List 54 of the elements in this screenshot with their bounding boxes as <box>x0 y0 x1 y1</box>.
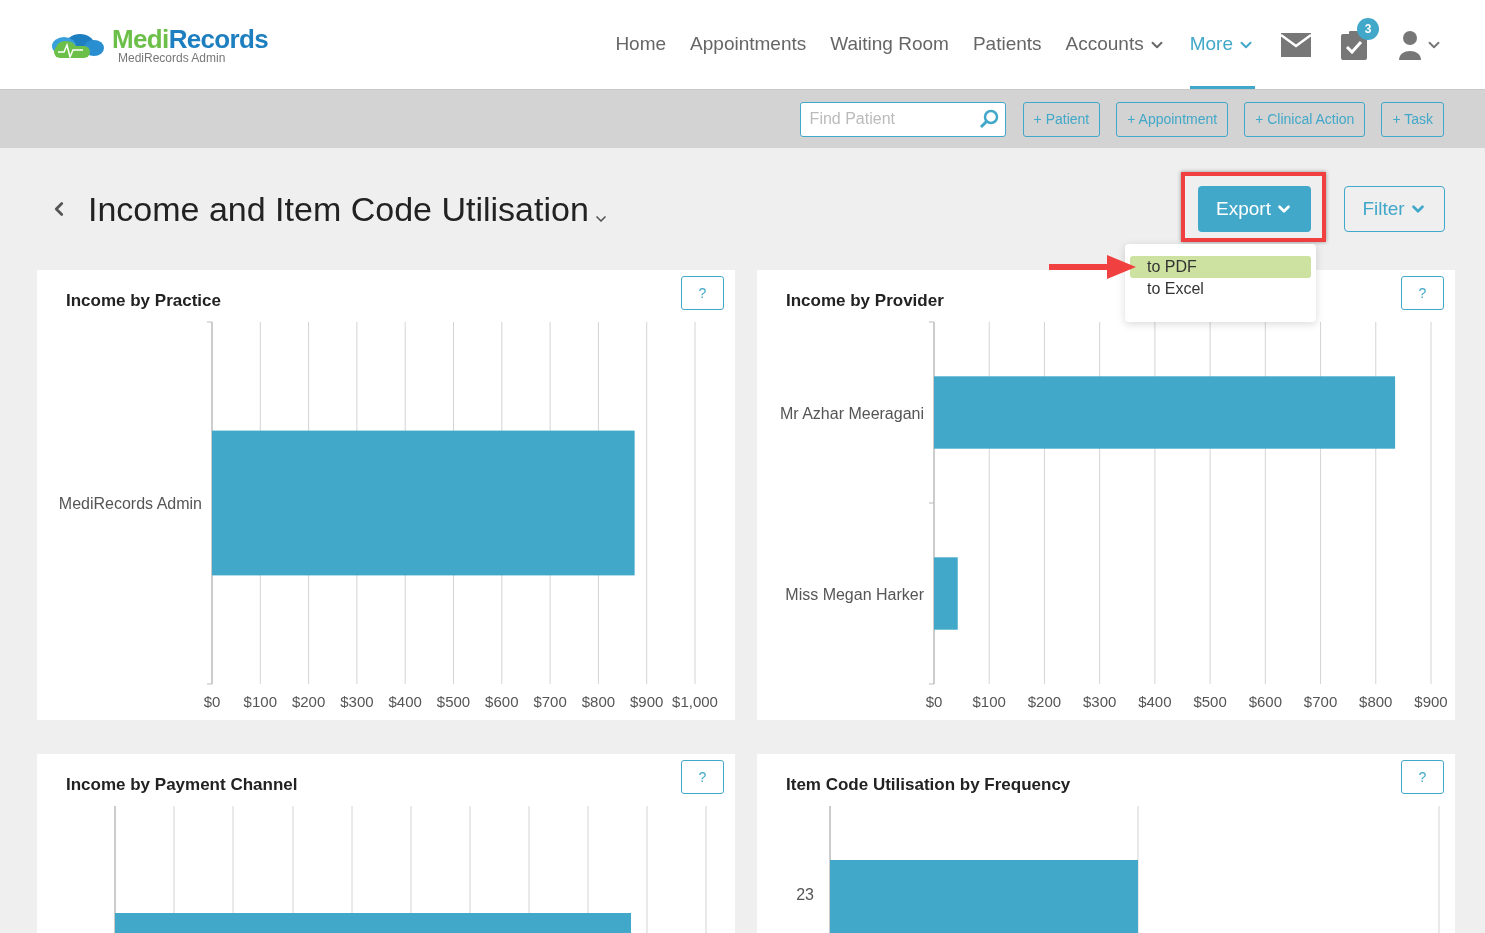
axis-label: $200 <box>1027 693 1062 710</box>
filter-button[interactable]: Filter <box>1344 186 1445 232</box>
axis-label: $800 <box>1359 693 1393 710</box>
help-button[interactable]: ? <box>681 760 724 794</box>
axis-label: $900 <box>630 693 664 710</box>
axis-label: $800 <box>581 693 616 710</box>
category-label: Mr Azhar Meeragani <box>779 404 924 422</box>
nav-link[interactable]: Waiting Room <box>830 0 949 89</box>
axis-label: $0 <box>925 693 943 710</box>
notification-badge: 3 <box>1357 17 1379 40</box>
export-button[interactable]: Export <box>1198 186 1311 232</box>
menu-item[interactable]: to Excel <box>1130 278 1311 300</box>
category-label: MediRecords Admin <box>58 495 202 512</box>
nav-link[interactable]: Home <box>615 0 667 89</box>
nav-link[interactable]: Appointments <box>690 0 807 89</box>
axis-label: $500 <box>436 693 471 710</box>
axis-label: $400 <box>388 693 422 710</box>
toolbar-button[interactable]: + Clinical Action <box>1244 101 1366 137</box>
axis-label: $100 <box>972 693 1006 710</box>
page-title: Income and Item Code Utilisation <box>88 188 589 230</box>
axis-label: $500 <box>1193 693 1227 710</box>
nav-link[interactable]: Patients <box>972 0 1042 89</box>
axis-label: $0 <box>203 693 221 710</box>
card-title: Item Code Utilisation by Frequency <box>786 774 1071 796</box>
category-label: Miss Megan Harker <box>785 585 924 603</box>
axis-label: $600 <box>1248 693 1282 710</box>
toolbar-button[interactable]: + Patient <box>1022 101 1101 137</box>
axis-label: $300 <box>340 693 374 710</box>
card-title: Income by Provider <box>786 290 944 312</box>
user-icon[interactable] <box>1399 29 1421 60</box>
search-field[interactable]: Find Patient <box>799 101 1006 137</box>
menu-item[interactable]: to PDF <box>1130 256 1311 278</box>
axis-label: $900 <box>1414 693 1448 710</box>
toolbar-button[interactable]: + Task <box>1381 101 1444 137</box>
category-label: 23 <box>796 885 814 905</box>
axis-label: $100 <box>243 693 277 710</box>
brand-name: MediRecords <box>112 25 269 52</box>
search-icon[interactable] <box>978 108 999 129</box>
help-button[interactable]: ? <box>1401 276 1444 310</box>
axis-label: $700 <box>1303 693 1338 710</box>
axis-label: $200 <box>291 693 326 710</box>
card-title: Income by Practice <box>66 290 221 312</box>
help-button[interactable]: ? <box>681 276 724 310</box>
card-title: Income by Payment Channel <box>66 774 298 796</box>
brand-subtitle: MediRecords Admin <box>118 51 227 64</box>
nav-link[interactable]: Accounts <box>1065 0 1166 89</box>
toolbar-button[interactable]: + Appointment <box>1116 101 1229 137</box>
axis-label: $1,000 <box>672 693 718 710</box>
help-button[interactable]: ? <box>1401 760 1444 794</box>
mail-icon[interactable] <box>1281 32 1311 57</box>
axis-label: $400 <box>1138 693 1172 710</box>
axis-label: $300 <box>1083 693 1117 710</box>
axis-label: $700 <box>533 693 567 710</box>
axis-label: $600 <box>485 693 519 710</box>
